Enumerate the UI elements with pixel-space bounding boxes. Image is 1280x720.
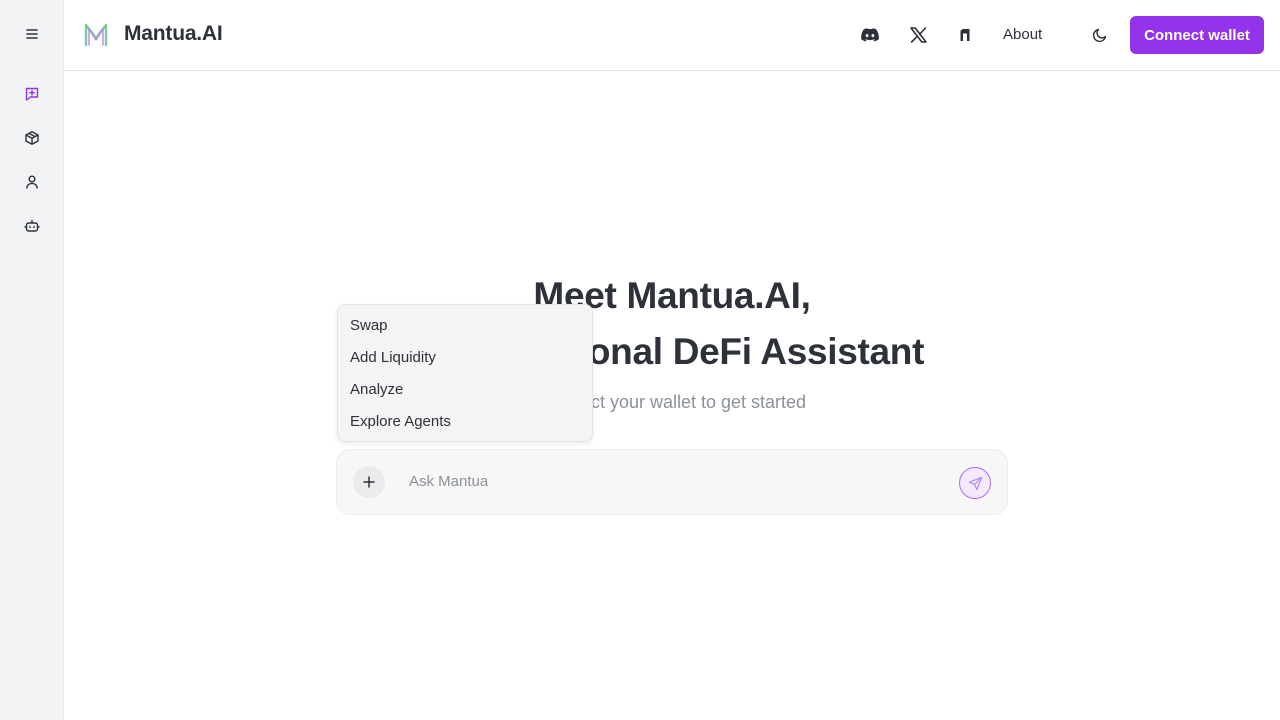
top-header: Mantua.AI About Connect wallet — [64, 0, 1280, 71]
chat-plus-icon — [25, 87, 39, 101]
x-link[interactable] — [904, 21, 932, 49]
about-link[interactable]: About — [1003, 26, 1042, 43]
hero-subtitle: Connect your wallet to get started — [537, 392, 807, 412]
bot-icon — [24, 219, 40, 232]
action-menu: Swap Add Liquidity Analyze Explore Agent… — [337, 304, 593, 442]
menu-item-add-liquidity[interactable]: Add Liquidity — [338, 343, 592, 375]
cube-icon — [25, 131, 39, 145]
user-icon — [26, 175, 38, 189]
discord-icon — [861, 28, 879, 42]
plus-icon — [363, 476, 375, 488]
moon-icon — [1092, 28, 1107, 43]
discord-link[interactable] — [856, 21, 884, 49]
brand-name: Mantua.AI — [124, 22, 223, 45]
menu-toggle-button[interactable] — [16, 18, 48, 50]
sidebar-item-agents[interactable] — [16, 210, 48, 242]
sidebar-item-new-chat[interactable] — [16, 78, 48, 110]
hero-title-line-1: Meet Mantua.AI, — [533, 275, 811, 316]
docs-icon — [960, 29, 970, 41]
theme-toggle-button[interactable] — [1086, 21, 1114, 49]
send-button[interactable] — [959, 467, 991, 499]
sidebar-item-assets[interactable] — [16, 122, 48, 154]
menu-icon — [26, 29, 38, 39]
send-icon — [968, 476, 982, 490]
menu-item-explore-agents[interactable]: Explore Agents — [338, 407, 592, 439]
connect-wallet-button[interactable]: Connect wallet — [1130, 16, 1264, 54]
menu-item-swap[interactable]: Swap — [338, 311, 592, 343]
docs-link[interactable] — [951, 21, 979, 49]
menu-item-analyze[interactable]: Analyze — [338, 375, 592, 407]
chat-input[interactable] — [409, 468, 929, 494]
sidebar-item-profile[interactable] — [16, 166, 48, 198]
hero-title-line-2: your Personal DeFi Assistant — [419, 331, 925, 372]
chat-input-container — [336, 449, 1008, 515]
add-action-button[interactable] — [353, 466, 385, 498]
x-icon — [909, 27, 927, 43]
mantua-logo[interactable] — [84, 22, 108, 47]
